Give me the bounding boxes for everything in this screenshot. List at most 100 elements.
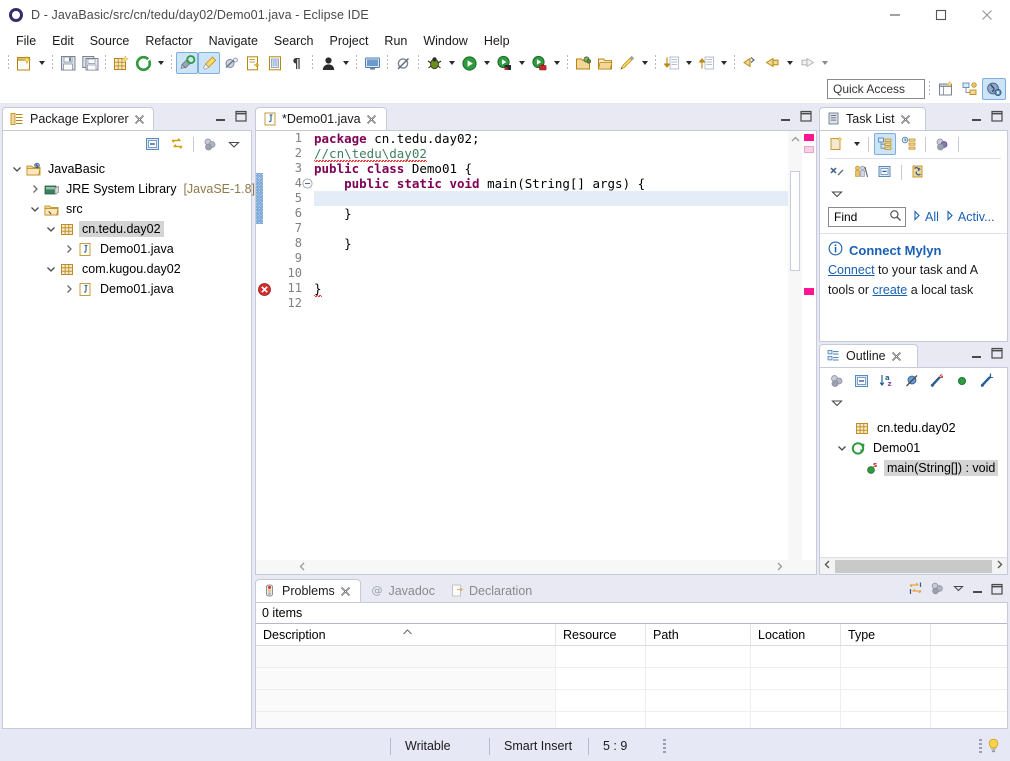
back-dropdown[interactable] — [783, 52, 796, 74]
overview-error-marker[interactable] — [804, 288, 814, 295]
focus-on-workweek-icon[interactable] — [931, 133, 953, 155]
toggle-mark-occurrences-icon[interactable] — [176, 52, 198, 74]
menu-search[interactable]: Search — [266, 33, 322, 49]
minimize-icon[interactable] — [215, 112, 227, 124]
chevron-right-icon[interactable] — [61, 281, 77, 297]
search-icon[interactable] — [889, 209, 902, 225]
maximize-icon[interactable] — [991, 583, 1003, 598]
overview-error-marker[interactable] — [804, 134, 814, 141]
user-profile-icon[interactable] — [317, 52, 339, 74]
lightbulb-icon[interactable] — [982, 738, 1004, 755]
debug-dropdown[interactable] — [445, 52, 458, 74]
menu-source[interactable]: Source — [82, 33, 138, 49]
new-task-icon[interactable] — [826, 133, 848, 155]
toggle-breakpoint-icon[interactable] — [392, 52, 414, 74]
view-menu-icon[interactable] — [826, 186, 848, 202]
chevron-down-icon[interactable] — [43, 221, 59, 237]
close-icon[interactable] — [900, 114, 911, 125]
overview-warning-marker[interactable] — [804, 146, 814, 153]
table-row[interactable] — [256, 646, 1007, 668]
editor-horizontal-scrollbar[interactable] — [256, 560, 816, 574]
column-header-description[interactable]: Description — [256, 624, 556, 645]
table-row[interactable] — [256, 690, 1007, 712]
filter-active-arrow-icon[interactable] — [946, 210, 955, 224]
table-row[interactable] — [256, 668, 1007, 690]
scrollbar-thumb[interactable] — [790, 171, 800, 271]
scroll-up-icon[interactable] — [791, 133, 800, 147]
toggle-highlight-icon[interactable] — [198, 52, 220, 74]
hide-fields-icon[interactable] — [901, 370, 923, 392]
code-editor[interactable]: 1 2 3 4 5 6 7 8 9 10 11 12 package cn.te… — [255, 130, 817, 575]
menu-refactor[interactable]: Refactor — [137, 33, 200, 49]
last-edit-location-icon[interactable] — [739, 52, 761, 74]
filter-all-label[interactable]: All — [925, 210, 939, 224]
minimize-icon[interactable] — [780, 112, 792, 124]
view-filter-icon[interactable] — [930, 581, 945, 599]
close-icon[interactable] — [134, 114, 145, 125]
back-icon[interactable] — [761, 52, 783, 74]
search-input[interactable]: Quick Access — [827, 79, 925, 99]
tab-declaration[interactable]: Declaration — [443, 579, 547, 602]
refresh-dropdown[interactable] — [154, 52, 167, 74]
menu-edit[interactable]: Edit — [44, 33, 82, 49]
status-drag-handle[interactable] — [663, 738, 666, 754]
link-with-editor-icon[interactable] — [166, 133, 188, 155]
close-icon[interactable] — [340, 586, 351, 597]
hide-static-members-icon[interactable]: s — [926, 370, 948, 392]
user-profile-dropdown[interactable] — [339, 52, 352, 74]
maximize-icon[interactable] — [235, 110, 247, 125]
tab-demo01-java[interactable]: *Demo01.java — [255, 107, 387, 130]
tree-item-src[interactable]: src — [3, 199, 251, 219]
close-icon[interactable] — [366, 114, 377, 125]
filter-all-arrow-icon[interactable] — [913, 210, 922, 224]
focus-on-active-task-icon[interactable] — [826, 370, 848, 392]
new-task-dropdown[interactable] — [850, 133, 863, 155]
collapse-all-icon[interactable] — [826, 161, 848, 183]
editor-overview-ruler[interactable] — [802, 131, 816, 574]
editor-vertical-scrollbar[interactable] — [788, 131, 802, 574]
menu-help[interactable]: Help — [476, 33, 518, 49]
run-icon[interactable] — [458, 52, 480, 74]
save-all-icon[interactable] — [79, 52, 101, 74]
editor-marker-column[interactable] — [256, 131, 274, 574]
menu-project[interactable]: Project — [322, 33, 377, 49]
next-annotation-icon[interactable] — [695, 52, 717, 74]
tree-item-demo01-java-kugou[interactable]: Demo01.java — [3, 279, 251, 299]
menu-window[interactable]: Window — [415, 33, 475, 49]
skip-breakpoints-icon[interactable] — [220, 52, 242, 74]
tree-item-com-kugou-day02[interactable]: com.kugou.day02 — [3, 259, 251, 279]
save-icon[interactable] — [57, 52, 79, 74]
outline-item-main-method[interactable]: s main(String[]) : void — [820, 458, 1007, 478]
collapse-all-icon[interactable] — [851, 370, 873, 392]
new-java-package-icon[interactable] — [110, 52, 132, 74]
collapse-all-icon[interactable] — [142, 133, 164, 155]
run-dropdown[interactable] — [480, 52, 493, 74]
debug-icon[interactable] — [423, 52, 445, 74]
view-menu-icon[interactable] — [952, 582, 965, 598]
code-text-area[interactable]: package cn.tedu.day02; //cn\tedu\day02 p… — [314, 131, 816, 574]
table-row[interactable] — [256, 712, 1007, 728]
scroll-right-icon[interactable] — [775, 560, 784, 574]
coverage-icon[interactable] — [528, 52, 550, 74]
problems-table-body[interactable] — [256, 646, 1007, 728]
minimize-icon[interactable] — [971, 349, 983, 361]
outline-item-class[interactable]: Demo01 — [820, 438, 1007, 458]
next-annotation-dropdown[interactable] — [717, 52, 730, 74]
close-icon[interactable] — [891, 351, 902, 362]
minimize-icon[interactable] — [972, 584, 984, 596]
menu-navigate[interactable]: Navigate — [201, 33, 266, 49]
menu-run[interactable]: Run — [376, 33, 415, 49]
chevron-down-icon[interactable] — [27, 201, 43, 217]
scrollbar-thumb[interactable] — [835, 559, 992, 573]
maximize-icon[interactable] — [991, 347, 1003, 362]
run-external-tools-icon[interactable] — [493, 52, 515, 74]
open-type-icon[interactable] — [264, 52, 286, 74]
column-header-path[interactable]: Path — [646, 624, 751, 645]
scroll-left-icon[interactable] — [298, 560, 307, 574]
scroll-left-icon[interactable] — [822, 559, 833, 573]
maximize-icon[interactable] — [800, 110, 812, 125]
minimize-icon[interactable] — [971, 112, 983, 124]
tab-package-explorer[interactable]: Package Explorer — [2, 107, 154, 130]
chevron-down-icon[interactable] — [9, 161, 25, 177]
new-class-icon[interactable] — [616, 52, 638, 74]
